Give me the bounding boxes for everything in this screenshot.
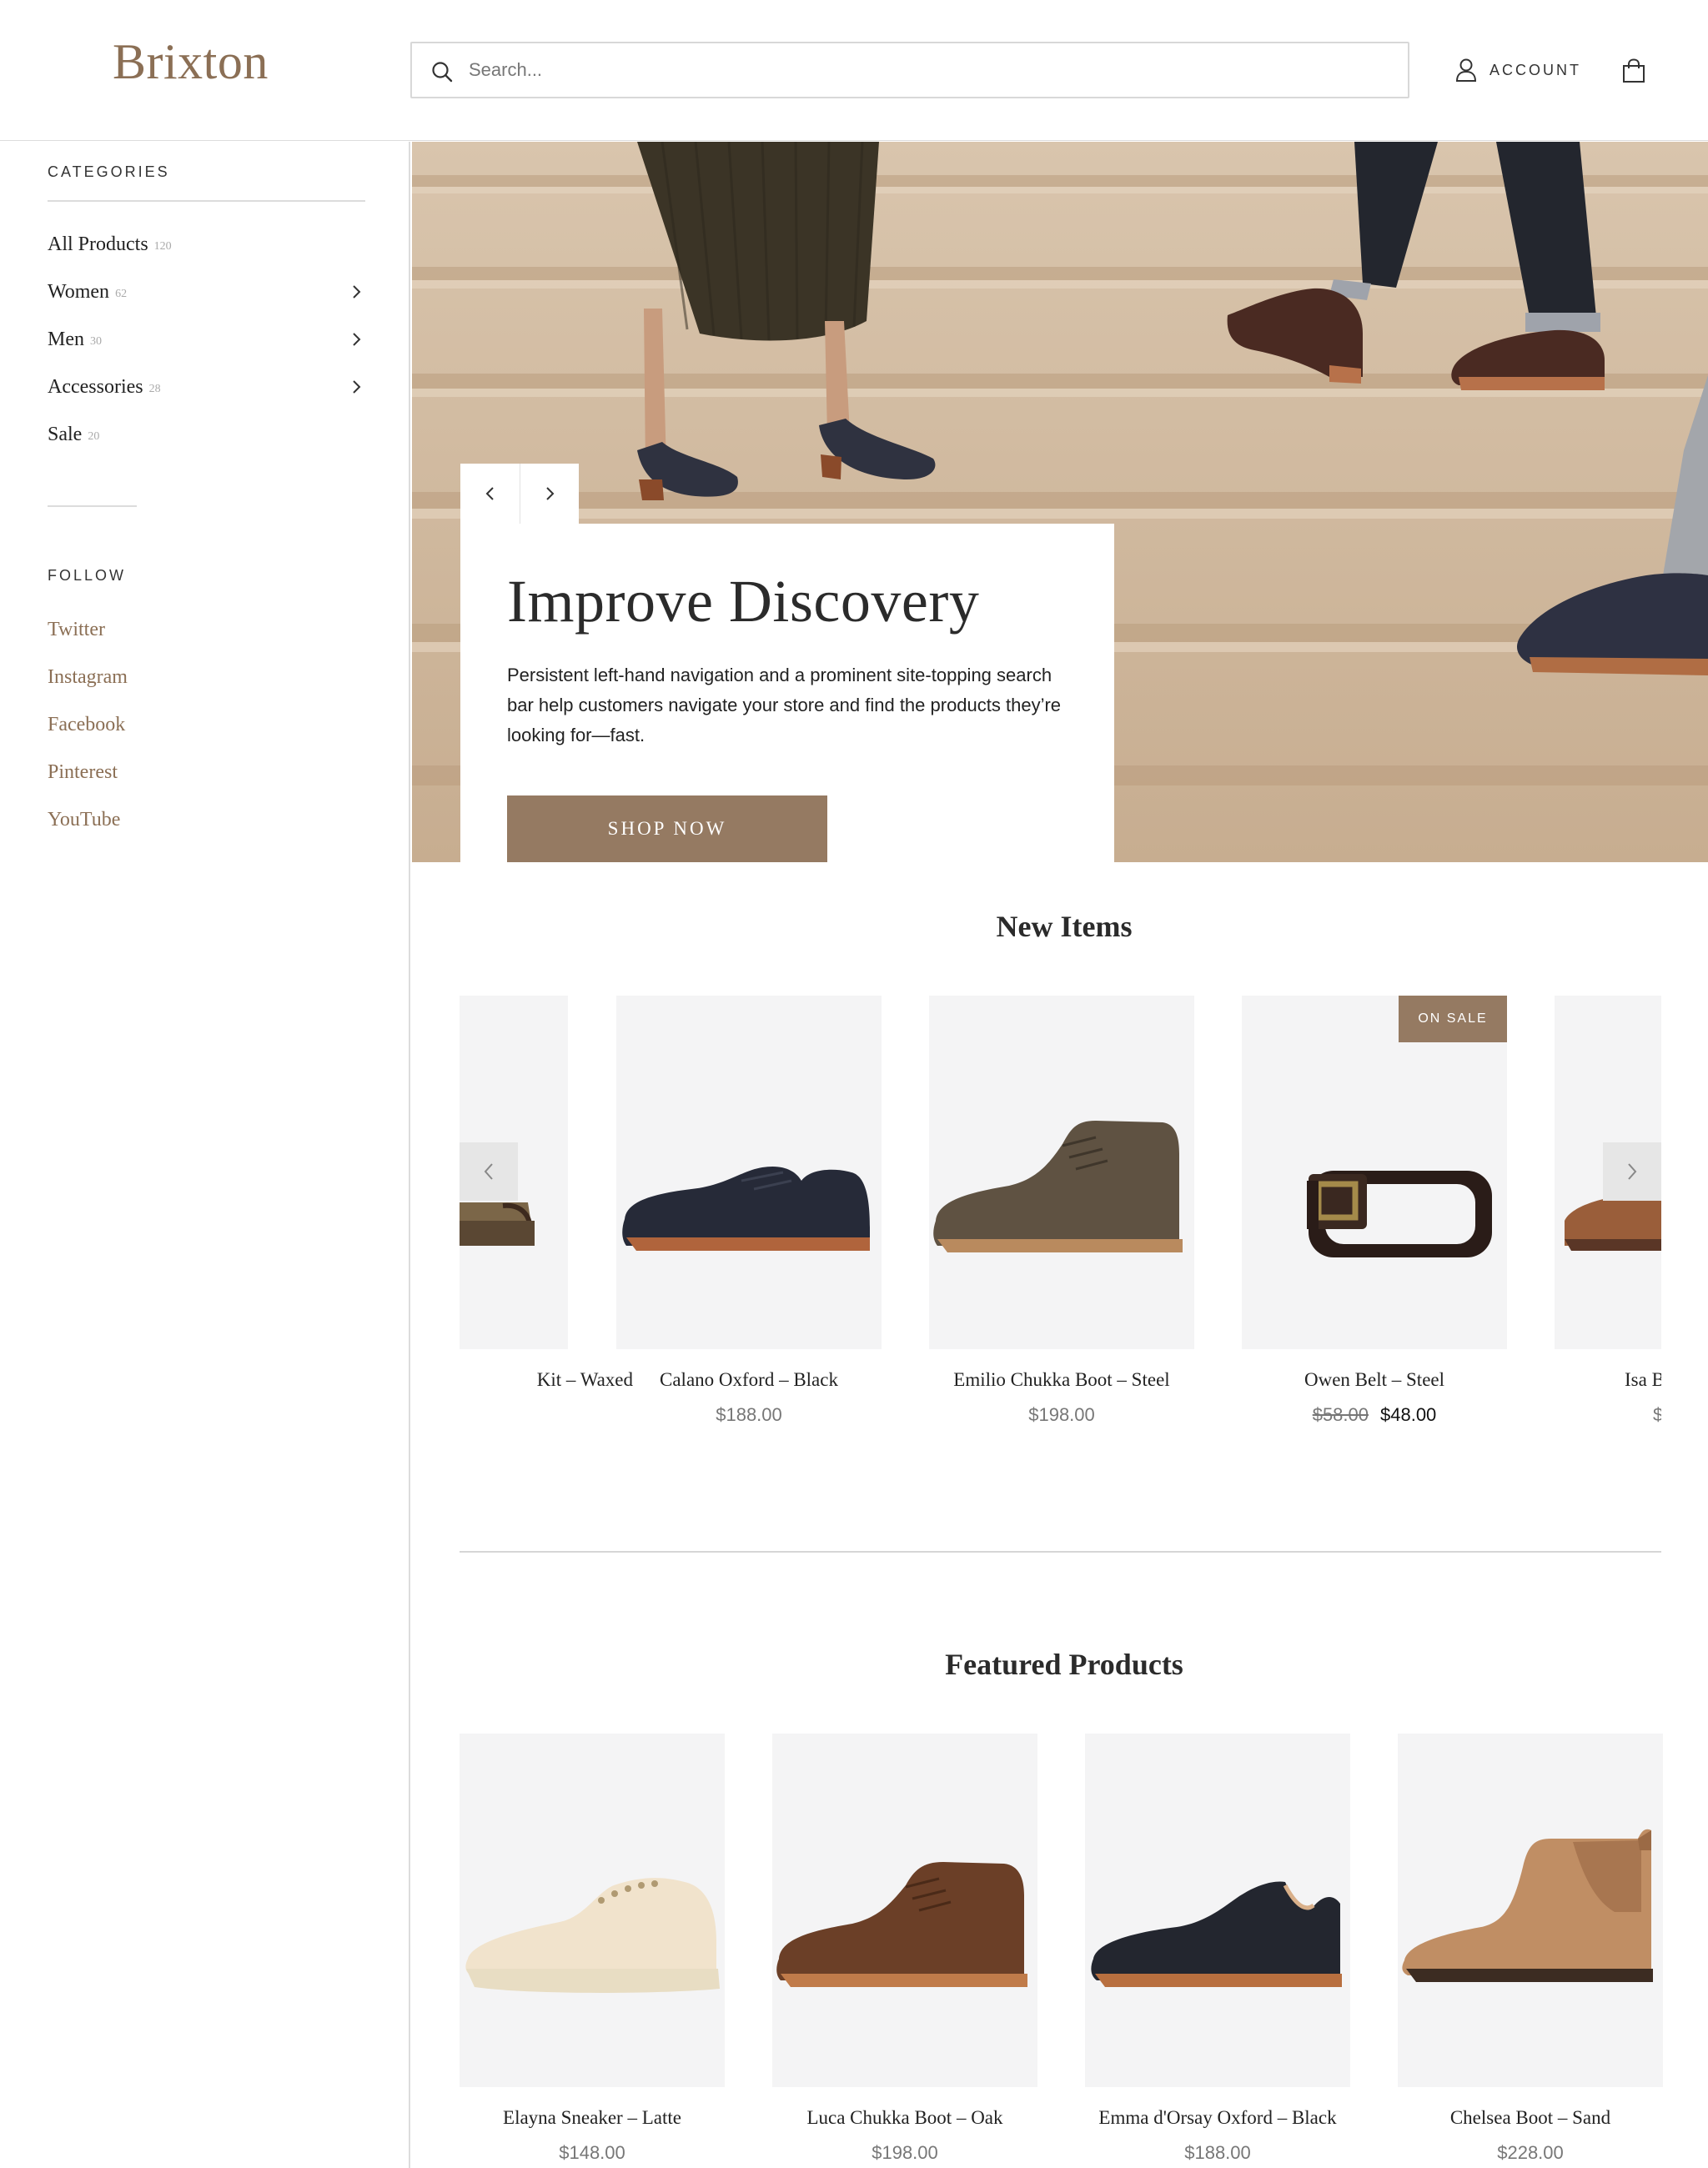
- product-price: $198.00: [872, 2142, 938, 2163]
- product-image: [1398, 1734, 1663, 2087]
- hero-banner: Improve Discovery Persistent left-hand n…: [412, 142, 1708, 862]
- chevron-right-icon[interactable]: [348, 379, 364, 395]
- product-image: [1085, 1734, 1350, 2087]
- search-bar[interactable]: [410, 42, 1409, 98]
- product-image: [772, 1734, 1037, 2087]
- cart-button[interactable]: [1621, 58, 1646, 88]
- social-link-twitter[interactable]: Twitter: [48, 619, 105, 641]
- category-label: Accessories: [48, 375, 143, 398]
- category-count: 62: [115, 288, 128, 300]
- product-image: [929, 996, 1194, 1349]
- user-icon: [1455, 58, 1477, 82]
- on-sale-badge: ON SALE: [1399, 996, 1507, 1042]
- chevron-right-icon: [1628, 1163, 1637, 1180]
- hero-card: Improve Discovery Persistent left-hand n…: [460, 524, 1114, 862]
- social-link-facebook[interactable]: Facebook: [48, 714, 125, 736]
- category-count: 20: [88, 430, 100, 443]
- hero-prev-button[interactable]: [460, 464, 520, 524]
- product-name: Emma d'Orsay Oxford – Black: [1098, 2107, 1337, 2128]
- category-item-accessories[interactable]: Accessories 28: [48, 370, 364, 404]
- product-name: Emilio Chukka Boot – Steel: [953, 1369, 1170, 1390]
- category-item-women[interactable]: Women 62: [48, 275, 364, 309]
- account-link[interactable]: ACCOUNT: [1454, 55, 1581, 85]
- product-name: Elayna Sneaker – Latte: [503, 2107, 681, 2128]
- chevron-right-icon[interactable]: [348, 284, 364, 300]
- shop-now-button[interactable]: SHOP NOW: [507, 795, 827, 862]
- categories-divider: [48, 200, 365, 202]
- follow-heading: FOLLOW: [48, 567, 127, 584]
- shopping-bag-icon: [1623, 58, 1645, 83]
- category-item-men[interactable]: Men 30: [48, 323, 364, 356]
- product-image: [616, 996, 882, 1349]
- categories-heading: CATEGORIES: [48, 163, 170, 180]
- brand-logo[interactable]: Brixton: [113, 33, 269, 91]
- category-count: 28: [148, 383, 161, 395]
- category-label: Men: [48, 328, 84, 350]
- product-name: Isa B: [1625, 1369, 1661, 1390]
- product-image: [460, 1734, 725, 2087]
- carousel-prev-button[interactable]: [460, 1142, 518, 1201]
- featured-products-title: Featured Products: [945, 1648, 1183, 1681]
- product-name: Calano Oxford – Black: [660, 1369, 838, 1390]
- original-price: $58.00: [1312, 1404, 1369, 1425]
- new-items-carousel: Kit – Waxed s Calano Oxford – Black $188…: [460, 996, 1661, 1463]
- hero-title: Improve Discovery: [507, 568, 980, 635]
- category-label: All Products: [48, 233, 148, 255]
- product-price: $228.00: [1497, 2142, 1564, 2163]
- search-icon: [432, 62, 453, 83]
- product-price: $198.00: [1028, 1404, 1095, 1425]
- category-count: 120: [153, 240, 172, 253]
- product-name: Luca Chukka Boot – Oak: [806, 2107, 1003, 2128]
- category-label: Women: [48, 280, 110, 303]
- product-price: $58.00 $48.00: [1208, 1404, 1540, 1426]
- section-divider: [460, 1551, 1661, 1553]
- account-label: ACCOUNT: [1489, 61, 1581, 78]
- sale-price: $48.00: [1380, 1404, 1437, 1425]
- section-divider: [48, 505, 137, 507]
- chevron-right-icon: [546, 487, 555, 500]
- chevron-right-icon[interactable]: [348, 331, 364, 348]
- new-items-title: New Items: [996, 910, 1133, 943]
- product-image: ON SALE: [1242, 996, 1507, 1349]
- category-item-all-products[interactable]: All Products 120: [48, 228, 364, 261]
- category-label: Sale: [48, 423, 83, 445]
- chevron-left-icon: [485, 487, 494, 500]
- category-item-sale[interactable]: Sale 20: [48, 418, 364, 451]
- sidebar: CATEGORIES All Products 120 Women 62 Men…: [0, 142, 410, 2168]
- product-price: $188.00: [716, 1404, 782, 1425]
- product-price: $188.00: [1184, 2142, 1251, 2163]
- social-link-youtube[interactable]: YouTube: [48, 809, 120, 831]
- product-name: Owen Belt – Steel: [1304, 1369, 1444, 1390]
- product-name: Chelsea Boot – Sand: [1449, 2107, 1611, 2128]
- product-price: $: [1653, 1404, 1661, 1425]
- social-link-instagram[interactable]: Instagram: [48, 666, 128, 689]
- hero-description: Persistent left-hand navigation and a pr…: [507, 665, 1062, 745]
- category-count: 30: [90, 335, 102, 348]
- featured-products-grid: Elayna Sneaker – Latte $148.00 Luca Chuk…: [460, 1734, 1663, 2168]
- social-link-pinterest[interactable]: Pinterest: [48, 761, 118, 784]
- search-input[interactable]: [469, 52, 1386, 88]
- hero-next-button[interactable]: [520, 464, 579, 524]
- site-header: Brixton ACCOUNT: [0, 0, 1708, 141]
- carousel-next-button[interactable]: [1603, 1142, 1661, 1201]
- chevron-left-icon: [484, 1163, 493, 1180]
- hero-slider-controls: [460, 464, 579, 524]
- product-price: $148.00: [559, 2142, 625, 2163]
